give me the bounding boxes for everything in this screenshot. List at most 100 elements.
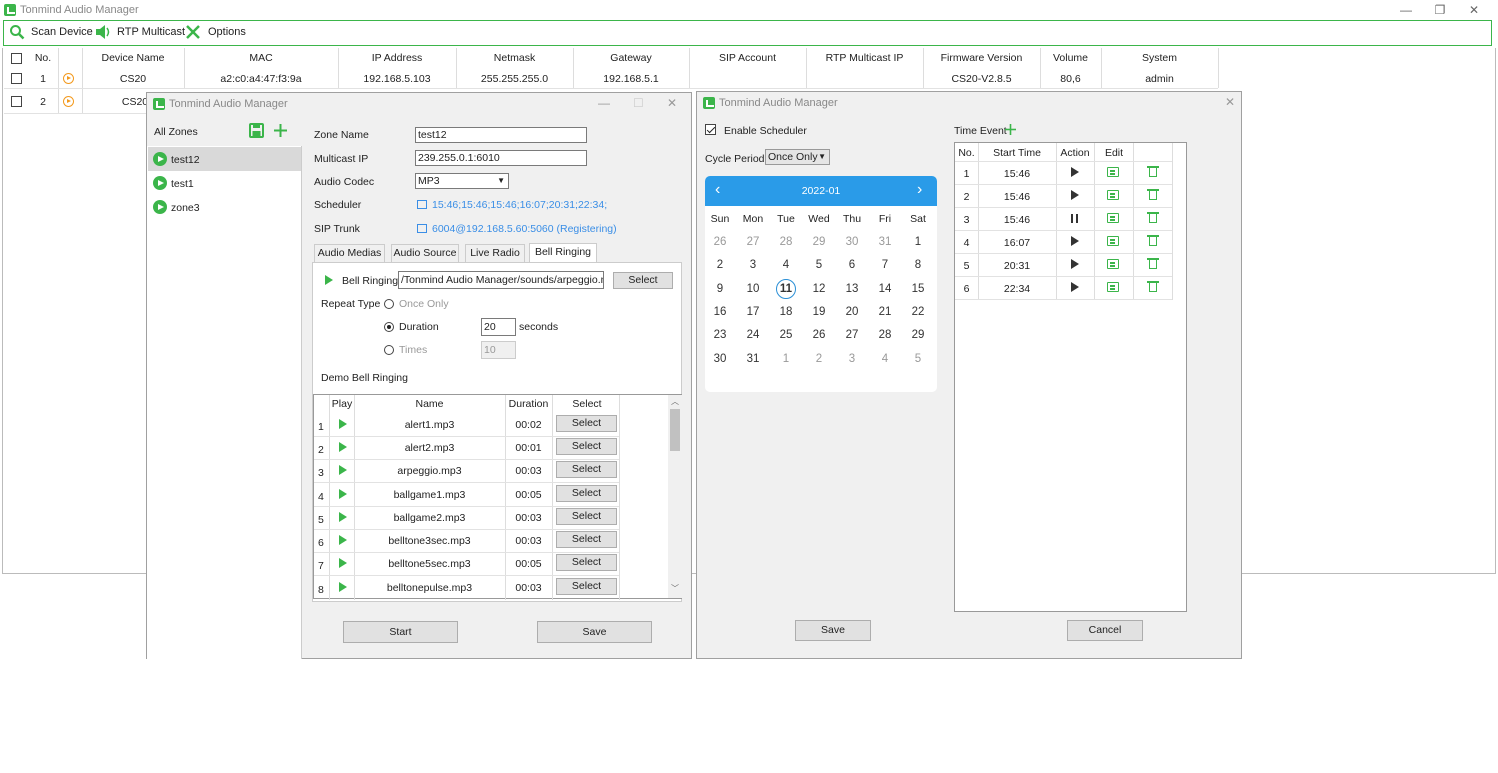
trash-icon[interactable] [1147,189,1159,200]
scheduler-cancel-button[interactable]: Cancel [1067,620,1143,641]
multicast-ip-input[interactable]: 239.255.0.1:6010 [415,150,587,166]
bell-play-icon[interactable] [325,275,333,285]
pause-icon[interactable] [1071,214,1078,223]
edit-icon[interactable] [1107,259,1119,269]
device-play-icon[interactable] [63,96,74,107]
edit-icon[interactable] [1107,213,1119,223]
tab-live-radio[interactable]: Live Radio [465,244,525,262]
close-icon[interactable]: ✕ [1225,95,1235,109]
trash-icon[interactable] [1147,212,1159,223]
calendar-day[interactable]: 29 [804,232,834,252]
calendar-day[interactable]: 21 [870,302,900,322]
demo-select-button[interactable]: Select [556,438,617,455]
calendar-day[interactable]: 7 [870,255,900,275]
calendar-day[interactable]: 15 [903,279,933,299]
tab-bell-ringing[interactable]: Bell Ringing [529,243,597,262]
calendar-day[interactable]: 6 [837,255,867,275]
calendar-day[interactable]: 27 [837,325,867,345]
close-icon[interactable]: ✕ [667,96,677,110]
demo-select-button[interactable]: Select [556,578,617,595]
calendar-day[interactable]: 3 [738,255,768,275]
calendar-day[interactable]: 14 [870,279,900,299]
calendar-day[interactable]: 4 [870,349,900,369]
play-icon[interactable] [1071,282,1079,292]
speaker-icon[interactable] [95,24,113,40]
restore-icon[interactable]: ❐ [1423,0,1457,20]
sip-small-icon[interactable] [417,224,427,233]
next-month-icon[interactable]: › [917,181,922,199]
close-icon[interactable]: ✕ [1457,0,1491,20]
rtp-multicast-button[interactable]: RTP Multicast [117,26,185,38]
start-button[interactable]: Start [343,621,458,643]
plus-icon[interactable] [273,123,288,138]
demo-play-icon[interactable] [339,535,347,545]
calendar-day[interactable]: 23 [705,325,735,345]
calendar-day[interactable]: 28 [870,325,900,345]
zone-play-icon[interactable] [153,200,167,214]
calendar-day[interactable]: 16 [705,302,735,322]
calendar-day[interactable]: 9 [705,279,735,299]
demo-select-button[interactable]: Select [556,554,617,571]
demo-play-icon[interactable] [339,442,347,452]
select-all-checkbox[interactable] [11,53,22,64]
calendar-day-today[interactable]: 11 [776,278,796,299]
calendar-day[interactable]: 17 [738,302,768,322]
tools-icon[interactable] [185,24,201,40]
cycle-period-select[interactable]: Once Only ▼ [765,149,830,165]
calendar-day[interactable]: 22 [903,302,933,322]
zone-play-icon[interactable] [153,176,167,190]
scan-device-button[interactable]: Scan Device [31,26,93,38]
demo-play-icon[interactable] [339,419,347,429]
device-play-icon[interactable] [63,73,74,84]
demo-select-button[interactable]: Select [556,531,617,548]
edit-icon[interactable] [1107,236,1119,246]
edit-icon[interactable] [1107,282,1119,292]
scroll-down-icon[interactable]: ﹀ [671,583,679,594]
zone-item[interactable]: zone3 [148,195,301,219]
scroll-thumb[interactable] [670,409,680,451]
enable-scheduler-checkbox[interactable] [705,124,716,135]
row-checkbox[interactable] [11,96,22,107]
edit-icon[interactable] [1107,190,1119,200]
demo-play-icon[interactable] [339,582,347,592]
floppy-icon[interactable] [249,123,264,138]
calendar-day[interactable]: 28 [771,232,801,252]
play-icon[interactable] [1071,236,1079,246]
trash-icon[interactable] [1147,281,1159,292]
calendar-day[interactable]: 29 [903,325,933,345]
play-icon[interactable] [1071,259,1079,269]
demo-select-button[interactable]: Select [556,461,617,478]
demo-play-icon[interactable] [339,465,347,475]
duration-input[interactable]: 20 [481,318,516,336]
calendar-day[interactable]: 31 [738,349,768,369]
plus-icon[interactable] [1005,124,1016,135]
demo-scrollbar[interactable]: ︿ ﹀ [668,395,682,598]
edit-icon[interactable] [1107,167,1119,177]
calendar-day[interactable]: 5 [804,255,834,275]
calendar-day[interactable]: 25 [771,325,801,345]
calendar-day[interactable]: 13 [837,279,867,299]
play-icon[interactable] [1071,167,1079,177]
calendar-day[interactable]: 2 [804,349,834,369]
zone-item[interactable]: test12 [148,147,301,171]
calendar-day[interactable]: 8 [903,255,933,275]
demo-play-icon[interactable] [339,489,347,499]
calendar-day[interactable]: 1 [903,232,933,252]
calendar-day[interactable]: 18 [771,302,801,322]
tab-audio-source[interactable]: Audio Source [391,244,459,262]
zone-play-icon[interactable] [153,152,167,166]
trash-icon[interactable] [1147,235,1159,246]
times-radio[interactable] [384,345,394,355]
codec-select[interactable]: MP3 ▼ [415,173,509,189]
zone-save-button[interactable]: Save [537,621,652,643]
tab-audio-medias[interactable]: Audio Medias [314,244,385,262]
calendar-day[interactable]: 1 [771,349,801,369]
sip-trunk-link[interactable]: 6004@192.168.5.60:5060 (Registering) [432,223,617,235]
once-only-radio[interactable] [384,299,394,309]
calendar-day[interactable]: 5 [903,349,933,369]
calendar-day[interactable]: 20 [837,302,867,322]
zone-item[interactable]: test1 [148,171,301,195]
maximize-icon[interactable]: ☐ [633,96,644,110]
calendar-day[interactable]: 27 [738,232,768,252]
trash-icon[interactable] [1147,166,1159,177]
